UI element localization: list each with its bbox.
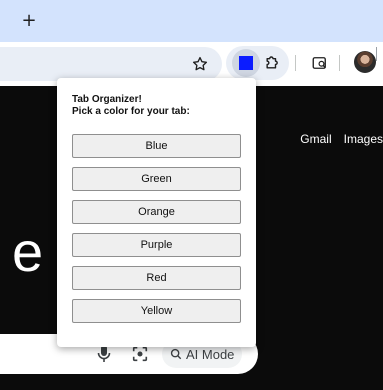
ai-search-icon (170, 348, 182, 360)
blue-button[interactable]: Blue (72, 134, 241, 158)
toolbar-divider (339, 55, 340, 71)
star-icon[interactable] (191, 55, 209, 73)
popup-prompt: Pick a color for your tab: (72, 106, 190, 117)
puzzle-icon[interactable] (263, 52, 283, 72)
tab-strip: + (0, 0, 383, 42)
top-links: Gmail Images (300, 132, 383, 146)
tab-organizer-extension-button[interactable] (232, 49, 260, 77)
lens-icon[interactable] (131, 345, 149, 363)
tab-search-icon[interactable] (311, 54, 329, 72)
toolbar-divider (295, 55, 296, 71)
profile-avatar[interactable] (354, 51, 376, 73)
green-button[interactable]: Green (72, 167, 241, 191)
toolbar-edge-mark (376, 47, 377, 61)
extension-square-icon (239, 56, 253, 70)
mic-icon[interactable] (96, 344, 112, 364)
address-bar[interactable] (0, 47, 222, 81)
orange-button[interactable]: Orange (72, 200, 241, 224)
extensions-group (226, 46, 289, 80)
yellow-button[interactable]: Yellow (72, 299, 241, 323)
ai-mode-label: AI Mode (186, 346, 235, 362)
new-tab-button[interactable]: + (20, 12, 38, 30)
tab-organizer-popup: Tab Organizer! Pick a color for your tab… (57, 78, 256, 347)
gmail-link[interactable]: Gmail (300, 132, 331, 146)
red-button[interactable]: Red (72, 266, 241, 290)
logo-fragment: e (12, 220, 44, 283)
images-link[interactable]: Images (344, 132, 383, 146)
popup-title: Tab Organizer! (72, 94, 142, 105)
purple-button[interactable]: Purple (72, 233, 241, 257)
